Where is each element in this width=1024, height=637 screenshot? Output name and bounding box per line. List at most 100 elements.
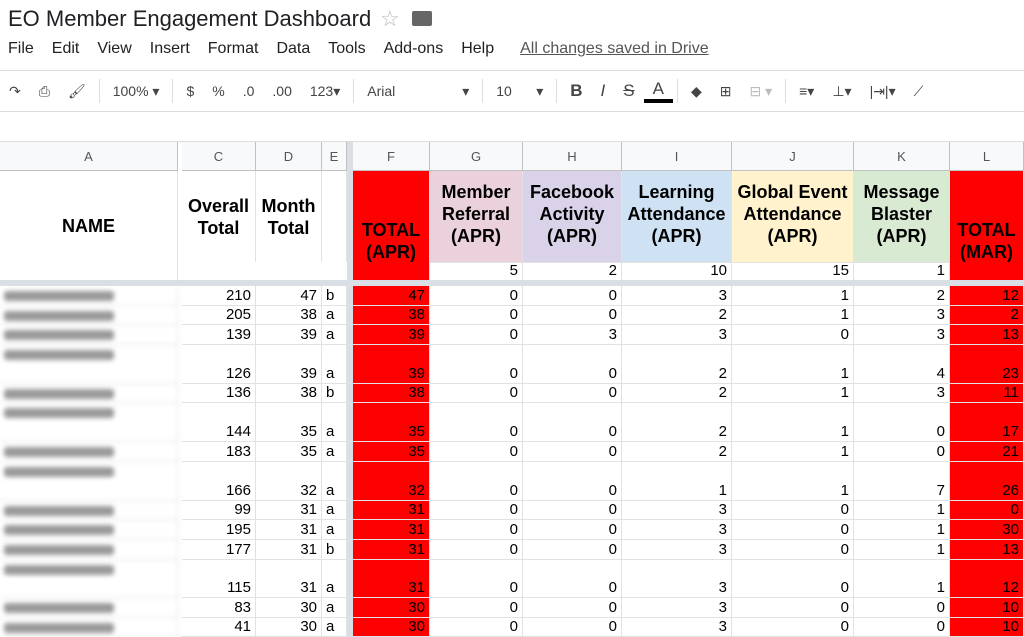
cell-L[interactable]: 0: [950, 501, 1024, 520]
cell-D[interactable]: 47: [256, 286, 322, 306]
cell-I[interactable]: 1: [622, 462, 732, 501]
cell-K[interactable]: 0: [854, 403, 950, 442]
cell-K[interactable]: 3: [854, 325, 950, 345]
cell-G[interactable]: 0: [430, 501, 523, 520]
cell-G[interactable]: 0: [430, 345, 523, 384]
cell-J[interactable]: 1: [732, 442, 854, 462]
cell-H[interactable]: 0: [523, 462, 622, 501]
strikethrough-button[interactable]: S: [614, 81, 643, 101]
cell-F[interactable]: 30: [353, 618, 430, 637]
redo-icon[interactable]: ↷: [0, 83, 30, 100]
formula-bar[interactable]: [0, 112, 1024, 142]
cell-D[interactable]: 31: [256, 540, 322, 560]
cell-J[interactable]: 0: [732, 618, 854, 637]
column-header-E[interactable]: E: [322, 142, 347, 171]
cell-H[interactable]: 0: [523, 618, 622, 637]
cell-I[interactable]: 3: [622, 598, 732, 618]
cell-H[interactable]: 0: [523, 520, 622, 540]
cell-K[interactable]: 1: [854, 520, 950, 540]
cell-L[interactable]: 12: [950, 560, 1024, 598]
cell-J[interactable]: 1: [732, 384, 854, 403]
fill-color-icon[interactable]: ◆: [682, 83, 711, 100]
cell-H[interactable]: 0: [523, 286, 622, 306]
cell-K[interactable]: 4: [854, 345, 950, 384]
cell-F[interactable]: 47: [353, 286, 430, 306]
cell-G[interactable]: 0: [430, 520, 523, 540]
cell-F[interactable]: 35: [353, 442, 430, 462]
cell-I[interactable]: 3: [622, 520, 732, 540]
cell-J[interactable]: 0: [732, 560, 854, 598]
cell-I[interactable]: 3: [622, 501, 732, 520]
cell-J[interactable]: 1: [732, 286, 854, 306]
cell-K[interactable]: 3: [854, 384, 950, 403]
menu-addons[interactable]: Add-ons: [384, 40, 444, 58]
cell-G[interactable]: 0: [430, 403, 523, 442]
cell-C[interactable]: 136: [182, 384, 256, 403]
column-header-L[interactable]: L: [950, 142, 1024, 171]
cell-E[interactable]: a: [322, 560, 347, 598]
cell-F[interactable]: 39: [353, 345, 430, 384]
cell-K[interactable]: 1: [854, 540, 950, 560]
cell-F[interactable]: 39: [353, 325, 430, 345]
cell-E[interactable]: a: [322, 462, 347, 501]
cell-I[interactable]: 2: [622, 442, 732, 462]
cell-C[interactable]: 126: [182, 345, 256, 384]
cell-G[interactable]: 0: [430, 618, 523, 637]
cell-E[interactable]: a: [322, 345, 347, 384]
cell-L[interactable]: 26: [950, 462, 1024, 501]
cell-K[interactable]: 1: [854, 501, 950, 520]
cell-C[interactable]: 210: [182, 286, 256, 306]
cell-H[interactable]: 3: [523, 325, 622, 345]
cell-H[interactable]: 0: [523, 403, 622, 442]
cell-C[interactable]: 205: [182, 306, 256, 325]
cell-D[interactable]: 30: [256, 598, 322, 618]
cell-G[interactable]: 0: [430, 325, 523, 345]
percent-button[interactable]: %: [203, 83, 233, 99]
column-header-A[interactable]: A: [0, 142, 178, 171]
star-icon[interactable]: ☆: [380, 6, 400, 32]
cell-E[interactable]: b: [322, 286, 347, 306]
italic-button[interactable]: I: [592, 81, 615, 101]
name-cell[interactable]: [0, 442, 178, 462]
column-header-I[interactable]: I: [622, 142, 732, 171]
name-cell[interactable]: [0, 462, 178, 501]
column-header-G[interactable]: G: [430, 142, 523, 171]
cell-G[interactable]: 0: [430, 598, 523, 618]
cell-C[interactable]: 177: [182, 540, 256, 560]
merge-cells-icon[interactable]: ⊟ ▾: [740, 83, 781, 100]
cell-H[interactable]: 0: [523, 442, 622, 462]
cell-I[interactable]: 3: [622, 560, 732, 598]
cell-D[interactable]: 31: [256, 560, 322, 598]
cell-L[interactable]: 30: [950, 520, 1024, 540]
cell-E[interactable]: a: [322, 325, 347, 345]
name-cell[interactable]: [0, 384, 178, 403]
column-header-H[interactable]: H: [523, 142, 622, 171]
cell-F[interactable]: 31: [353, 560, 430, 598]
cell-J[interactable]: 0: [732, 501, 854, 520]
cell-G[interactable]: 0: [430, 462, 523, 501]
menu-help[interactable]: Help: [461, 40, 494, 58]
cell-H[interactable]: 0: [523, 345, 622, 384]
cell-I[interactable]: 3: [622, 618, 732, 637]
cell-L[interactable]: 17: [950, 403, 1024, 442]
cell-C[interactable]: 195: [182, 520, 256, 540]
cell-C[interactable]: 115: [182, 560, 256, 598]
cell-C[interactable]: 83: [182, 598, 256, 618]
cell-L[interactable]: 11: [950, 384, 1024, 403]
cell-D[interactable]: 31: [256, 520, 322, 540]
cell-J[interactable]: 0: [732, 598, 854, 618]
text-color-button[interactable]: A: [643, 79, 673, 103]
menu-file[interactable]: File: [8, 40, 34, 58]
cell-D[interactable]: 35: [256, 403, 322, 442]
menu-data[interactable]: Data: [276, 40, 310, 58]
cell-F[interactable]: 31: [353, 501, 430, 520]
menu-edit[interactable]: Edit: [52, 40, 80, 58]
borders-icon[interactable]: ⊞: [711, 83, 741, 100]
cell-I[interactable]: 3: [622, 286, 732, 306]
cell-D[interactable]: 30: [256, 618, 322, 637]
cell-F[interactable]: 38: [353, 306, 430, 325]
name-cell[interactable]: [0, 598, 178, 618]
cell-H[interactable]: 0: [523, 598, 622, 618]
folder-icon[interactable]: [412, 11, 432, 26]
cell-K[interactable]: 1: [854, 560, 950, 598]
